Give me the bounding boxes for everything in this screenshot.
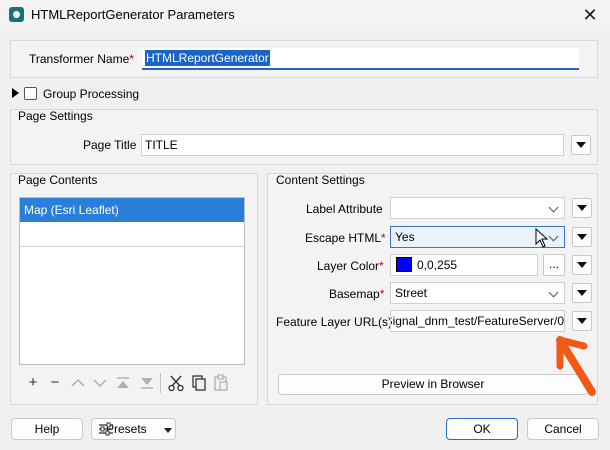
- transformer-name-label: Transformer Name*: [29, 52, 134, 66]
- feature-layer-url-menu-button[interactable]: [572, 311, 592, 331]
- basemap-select[interactable]: Street: [390, 282, 565, 304]
- feature-layer-url-label: Feature Layer URL(s): [276, 315, 393, 329]
- copy-icon[interactable]: [190, 374, 208, 392]
- transformer-name-input[interactable]: HTMLReportGenerator: [142, 48, 579, 70]
- page-settings-heading: Page Settings: [18, 109, 93, 123]
- label-attribute-label: Label Attribute: [306, 202, 383, 216]
- group-processing-label: Group Processing: [43, 87, 140, 101]
- color-picker-button[interactable]: ...: [543, 254, 565, 276]
- page-contents-list[interactable]: Map (Esri Leaflet): [19, 197, 245, 365]
- move-bottom-icon[interactable]: [138, 374, 156, 392]
- move-down-icon[interactable]: [91, 374, 109, 392]
- move-top-icon[interactable]: [114, 374, 132, 392]
- preview-in-browser-button[interactable]: Preview in Browser: [278, 374, 588, 395]
- add-icon[interactable]: +: [24, 374, 42, 392]
- expand-arrow-icon[interactable]: [12, 88, 19, 98]
- toolbar-divider: [160, 373, 161, 393]
- app-icon: [9, 7, 24, 22]
- list-item-empty[interactable]: [20, 222, 244, 247]
- chevron-down-icon: [548, 202, 559, 213]
- page-title-label: Page Title: [83, 138, 137, 152]
- remove-icon[interactable]: −: [46, 374, 64, 392]
- layer-color-menu-button[interactable]: [572, 255, 592, 275]
- cut-icon[interactable]: [167, 374, 185, 392]
- ok-button[interactable]: OK: [446, 418, 518, 440]
- page-title-input[interactable]: TITLE: [141, 134, 564, 156]
- label-attribute-select[interactable]: [390, 197, 565, 219]
- feature-layer-url-input[interactable]: Signal_dnm_test/FeatureServer/0: [390, 310, 565, 332]
- color-swatch[interactable]: [396, 257, 412, 272]
- layer-color-input[interactable]: 0,0,255: [390, 254, 538, 276]
- basemap-menu-button[interactable]: [572, 283, 592, 303]
- help-button[interactable]: Help: [11, 418, 83, 440]
- escape-html-menu-button[interactable]: [572, 227, 592, 247]
- move-up-icon[interactable]: [69, 374, 87, 392]
- chevron-down-icon: [548, 231, 559, 242]
- layer-color-label: Layer Color*: [317, 259, 384, 273]
- window-title: HTMLReportGenerator Parameters: [31, 7, 235, 22]
- content-settings-heading: Content Settings: [276, 173, 365, 187]
- cancel-button[interactable]: Cancel: [527, 418, 599, 440]
- group-processing-checkbox[interactable]: [24, 87, 37, 100]
- label-attribute-menu-button[interactable]: [572, 198, 592, 218]
- paste-icon[interactable]: [212, 374, 230, 392]
- annotation-arrow-icon: [556, 336, 596, 396]
- mouse-cursor-icon: [535, 227, 549, 251]
- escape-html-label: Escape HTML*: [305, 231, 386, 245]
- page-title-menu-button[interactable]: [571, 135, 591, 155]
- page-contents-heading: Page Contents: [18, 173, 98, 187]
- basemap-label: Basemap*: [329, 287, 385, 301]
- presets-dropdown-icon: [164, 428, 172, 433]
- chevron-down-icon: [548, 287, 559, 298]
- list-item[interactable]: Map (Esri Leaflet): [20, 198, 244, 222]
- sliders-icon: [98, 422, 114, 439]
- close-icon[interactable]: ✕: [575, 2, 605, 28]
